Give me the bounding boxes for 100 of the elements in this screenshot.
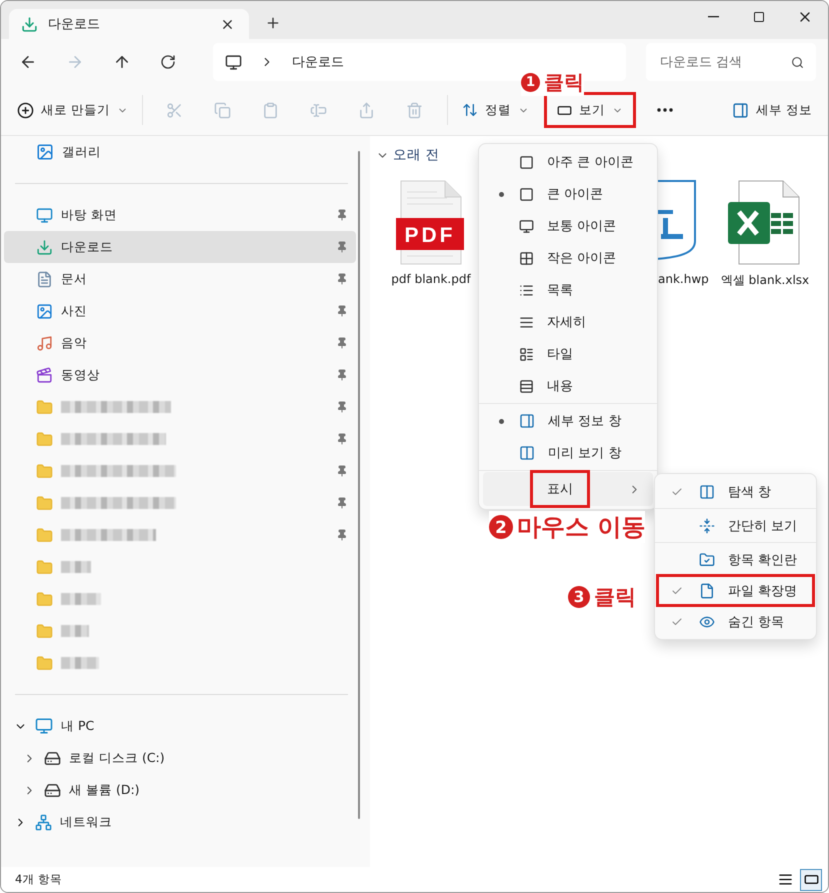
monitor-icon	[224, 54, 242, 70]
sidebar-item[interactable]: 음악	[4, 327, 356, 359]
lines-icon	[519, 314, 534, 330]
rename-icon	[310, 102, 328, 118]
folder-icon	[36, 526, 53, 544]
document-icon	[36, 270, 53, 288]
view-button[interactable]: 보기	[546, 95, 633, 125]
step-label: 마우스 이동	[517, 512, 646, 543]
folder-icon	[36, 590, 53, 608]
square-icon	[804, 872, 818, 887]
eye-icon	[699, 614, 715, 630]
folder-icon	[36, 622, 53, 640]
plus-circle-icon	[17, 102, 34, 118]
step-number: 3	[568, 586, 590, 608]
group-header[interactable]: 오래 전	[376, 146, 440, 164]
clipboard-icon	[262, 102, 280, 118]
step-number: 1	[521, 73, 540, 92]
details-button[interactable]: 세부 정보	[726, 95, 818, 125]
file-icon	[699, 582, 715, 598]
new-button[interactable]: 새로 만들기	[11, 95, 134, 125]
file-name[interactable]: 엑셀 blank.xlsx	[720, 272, 810, 289]
desktop-icon	[36, 206, 53, 224]
redacted-label	[61, 593, 101, 605]
step-number: 2	[489, 515, 513, 539]
sidebar-item[interactable]: 바탕 화면	[4, 199, 356, 231]
menu-item[interactable]: 작은 아이콘	[479, 242, 657, 274]
folder-check-icon	[699, 552, 715, 568]
menu-item[interactable]: 간단히 보기	[657, 510, 814, 541]
sidebar-item[interactable]: 동영상	[4, 359, 356, 391]
panel-right-icon	[519, 413, 535, 429]
redacted-label	[61, 561, 91, 573]
menu-item[interactable]: 숨긴 항목	[657, 606, 814, 637]
copy-icon	[214, 102, 232, 118]
scissors-icon	[166, 102, 184, 118]
compress-icon	[699, 518, 715, 534]
sidebar-item[interactable]: 문서	[4, 263, 356, 295]
sidebar-item[interactable]: 갤러리	[4, 136, 356, 168]
folder-icon	[36, 398, 53, 416]
tree-item[interactable]: 로컬 디스크 (C:)	[4, 742, 356, 774]
drive-icon	[44, 782, 61, 798]
menu-item[interactable]: 세부 정보 창	[479, 405, 657, 437]
large-icons-view-button[interactable]	[800, 868, 822, 890]
lines-icon	[778, 872, 792, 887]
menu-item[interactable]: 타일	[479, 338, 657, 370]
download-icon	[36, 238, 53, 256]
menu-item[interactable]: 자세히	[479, 306, 657, 338]
tree-item[interactable]: 네트워크	[4, 806, 356, 838]
sidebar-item[interactable]: 다운로드	[4, 231, 356, 263]
tab-title: 다운로드	[48, 16, 101, 33]
square-icon	[519, 186, 534, 202]
menu-item[interactable]: 탐색 창	[657, 476, 814, 507]
refresh-icon	[160, 54, 176, 70]
minimize-icon	[708, 16, 718, 18]
monitor-icon	[519, 218, 534, 234]
sort-button[interactable]: 정렬	[456, 95, 535, 125]
file-name[interactable]: pdf blank.pdf	[391, 272, 471, 286]
file-name[interactable]: ank.hwp	[658, 272, 709, 286]
more-icon	[656, 108, 673, 112]
folder-icon	[36, 654, 53, 672]
search-icon	[791, 56, 804, 68]
video-icon	[36, 366, 53, 384]
network-icon	[35, 814, 52, 830]
redacted-label	[61, 625, 89, 637]
sidebar-item[interactable]: 사진	[4, 295, 356, 327]
square-icon	[519, 154, 534, 170]
window-tab[interactable]: 다운로드	[9, 9, 249, 39]
grid-icon	[519, 250, 534, 266]
redacted-label	[61, 657, 99, 669]
step-label: 클릭	[594, 584, 636, 611]
plus-icon	[265, 15, 281, 31]
sort-icon	[462, 102, 478, 118]
menu-item[interactable]: 아주 큰 아이콘	[479, 146, 657, 178]
image-icon	[36, 302, 53, 320]
item-count: 4개 항목	[15, 872, 62, 887]
tree-item[interactable]: 새 볼륨 (D:)	[4, 774, 356, 806]
menu-item[interactable]: 파일 확장명	[657, 575, 814, 606]
menu-item[interactable]: 내용	[479, 370, 657, 402]
panel-right-icon	[732, 102, 750, 118]
image-icon	[36, 143, 54, 161]
menu-item[interactable]: 목록	[479, 274, 657, 306]
download-icon	[21, 16, 38, 32]
columns-icon	[519, 445, 535, 461]
folder-icon	[36, 430, 53, 448]
columns-icon	[699, 484, 715, 500]
tile-list-icon	[519, 346, 534, 362]
computer-icon	[35, 717, 53, 735]
share-icon	[358, 102, 376, 118]
menu-item[interactable]: 큰 아이콘	[479, 178, 657, 210]
folder-icon	[36, 558, 53, 576]
menu-item[interactable]: 보통 아이콘	[479, 210, 657, 242]
list-icon	[519, 282, 534, 298]
maximize-icon	[753, 11, 765, 23]
music-icon	[36, 334, 53, 352]
drive-icon	[44, 750, 61, 766]
tree-item[interactable]: 내 PC	[4, 710, 356, 742]
menu-item[interactable]: 미리 보기 창	[479, 437, 657, 469]
folder-icon	[36, 462, 53, 480]
menu-item[interactable]: 항목 확인란	[657, 544, 814, 575]
trash-icon	[406, 102, 424, 118]
folder-icon	[36, 494, 53, 512]
